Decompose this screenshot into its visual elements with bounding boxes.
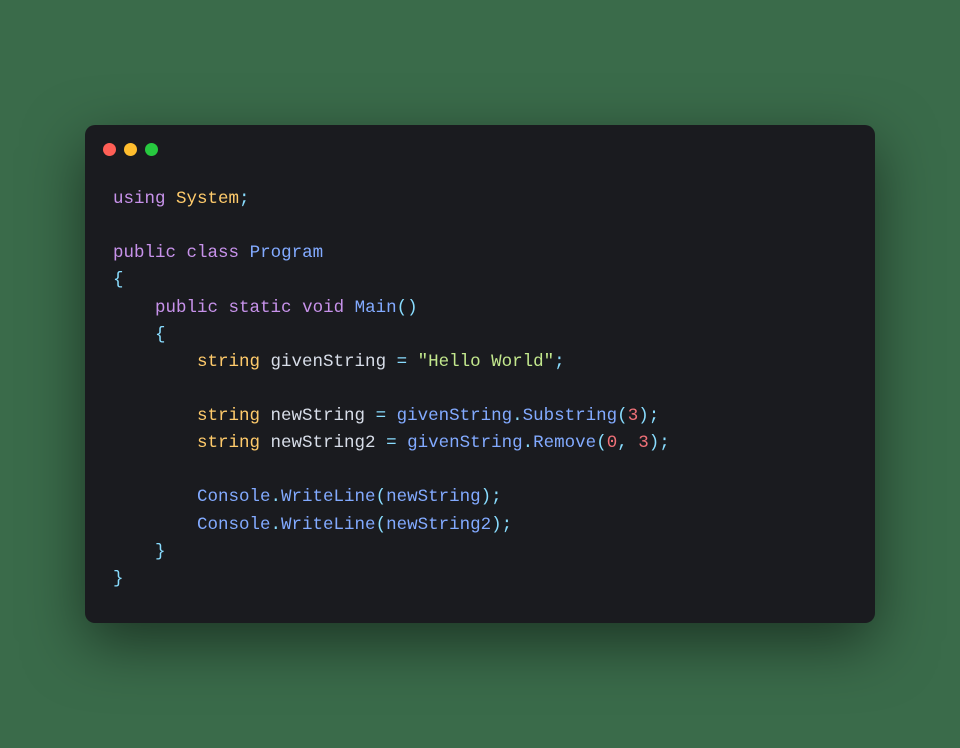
semicolon: ; bbox=[239, 189, 250, 209]
class-name: Program bbox=[250, 243, 324, 263]
equals: = bbox=[376, 406, 387, 426]
code-block: using System; public class Program { pub… bbox=[85, 166, 875, 623]
keyword-void: void bbox=[302, 298, 344, 318]
close-icon[interactable] bbox=[103, 143, 116, 156]
keyword-using: using bbox=[113, 189, 166, 209]
titlebar bbox=[85, 125, 875, 166]
brace-close: } bbox=[113, 569, 124, 589]
variable-name: newString2 bbox=[271, 433, 376, 453]
method-writeline: WriteLine bbox=[281, 515, 376, 535]
method-main: Main bbox=[355, 298, 397, 318]
paren-close: ) bbox=[638, 406, 649, 426]
type-string: string bbox=[197, 433, 260, 453]
equals: = bbox=[397, 352, 408, 372]
method-remove: Remove bbox=[533, 433, 596, 453]
method-writeline: WriteLine bbox=[281, 487, 376, 507]
argument: newString2 bbox=[386, 515, 491, 535]
object-name: givenString bbox=[407, 433, 523, 453]
semicolon: ; bbox=[659, 433, 670, 453]
console-object: Console bbox=[197, 487, 271, 507]
comma: , bbox=[617, 433, 628, 453]
number-literal: 3 bbox=[638, 433, 649, 453]
code-window: using System; public class Program { pub… bbox=[85, 125, 875, 623]
dot: . bbox=[512, 406, 523, 426]
paren-close: ) bbox=[649, 433, 660, 453]
argument: newString bbox=[386, 487, 481, 507]
paren-close: ) bbox=[481, 487, 492, 507]
equals: = bbox=[386, 433, 397, 453]
keyword-class: class bbox=[187, 243, 240, 263]
brace-open: { bbox=[155, 325, 166, 345]
maximize-icon[interactable] bbox=[145, 143, 158, 156]
number-literal: 0 bbox=[607, 433, 618, 453]
method-substring: Substring bbox=[523, 406, 618, 426]
paren-open: ( bbox=[376, 487, 387, 507]
semicolon: ; bbox=[649, 406, 660, 426]
paren-open: ( bbox=[596, 433, 607, 453]
semicolon: ; bbox=[491, 487, 502, 507]
dot: . bbox=[271, 487, 282, 507]
type-string: string bbox=[197, 352, 260, 372]
parens: () bbox=[397, 298, 418, 318]
number-literal: 3 bbox=[628, 406, 639, 426]
brace-open: { bbox=[113, 270, 124, 290]
type-system: System bbox=[176, 189, 239, 209]
paren-close: ) bbox=[491, 515, 502, 535]
brace-close: } bbox=[155, 542, 166, 562]
keyword-public: public bbox=[155, 298, 218, 318]
keyword-static: static bbox=[229, 298, 292, 318]
dot: . bbox=[523, 433, 534, 453]
keyword-public: public bbox=[113, 243, 176, 263]
paren-open: ( bbox=[376, 515, 387, 535]
variable-name: newString bbox=[271, 406, 366, 426]
string-literal: "Hello World" bbox=[418, 352, 555, 372]
semicolon: ; bbox=[502, 515, 513, 535]
object-name: givenString bbox=[397, 406, 513, 426]
paren-open: ( bbox=[617, 406, 628, 426]
semicolon: ; bbox=[554, 352, 565, 372]
minimize-icon[interactable] bbox=[124, 143, 137, 156]
dot: . bbox=[271, 515, 282, 535]
type-string: string bbox=[197, 406, 260, 426]
variable-name: givenString bbox=[271, 352, 387, 372]
console-object: Console bbox=[197, 515, 271, 535]
